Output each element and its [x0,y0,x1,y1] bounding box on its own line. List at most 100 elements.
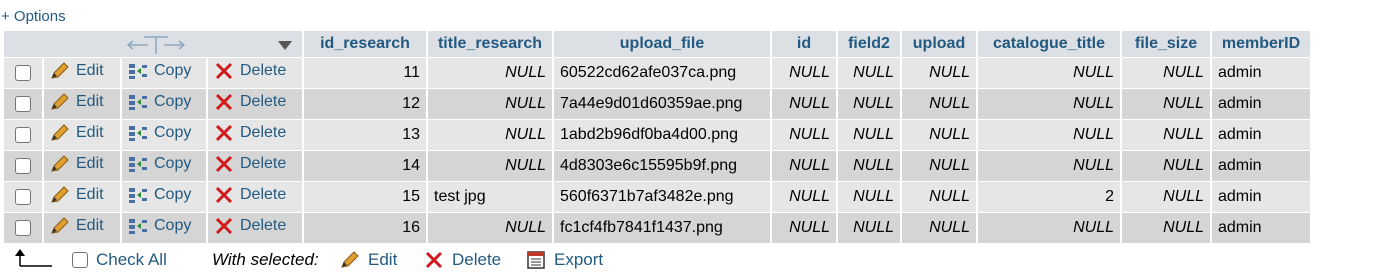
edit-button[interactable]: Edit [50,155,104,173]
copy-cell[interactable]: Copy [122,119,206,150]
cell-upload-file[interactable]: fc1cf4fb7841f1437.png [554,212,770,243]
copy-label[interactable]: Copy [154,186,191,204]
cell-file-size[interactable]: NULL [1122,119,1210,150]
cell-id-research[interactable]: 11 [304,57,426,88]
row-select-cell[interactable] [4,212,42,243]
cell-id-research[interactable]: 15 [304,181,426,212]
delete-cell[interactable]: Delete [208,119,302,150]
delete-label[interactable]: Delete [240,62,286,80]
delete-label[interactable]: Delete [240,186,286,204]
copy-label[interactable]: Copy [154,62,191,80]
copy-button[interactable]: Copy [128,186,191,204]
cell-memberid[interactable]: admin [1212,212,1310,243]
copy-label[interactable]: Copy [154,124,191,142]
cell-file-size[interactable]: NULL [1122,181,1210,212]
copy-button[interactable]: Copy [128,217,191,235]
table-row[interactable]: Edit Copy Delete 14 NULL 4d8303e6c15595b9f.pn… [4,150,1310,181]
copy-cell[interactable]: Copy [122,181,206,212]
edit-cell[interactable]: Edit [44,88,120,119]
edit-cell[interactable]: Edit [44,181,120,212]
cell-title-research[interactable]: NULL [428,57,552,88]
cell-upload[interactable]: NULL [902,119,976,150]
cell-file-size[interactable]: NULL [1122,57,1210,88]
delete-button[interactable]: Delete [214,186,286,204]
cell-title-research[interactable]: NULL [428,88,552,119]
cell-field2[interactable]: NULL [838,119,900,150]
cell-id-research[interactable]: 14 [304,150,426,181]
check-all-label[interactable]: Check All [96,250,167,270]
edit-cell[interactable]: Edit [44,57,120,88]
col-header-id[interactable]: id [772,30,836,57]
cell-catalogue-title[interactable]: 2 [978,181,1120,212]
delete-cell[interactable]: Delete [208,88,302,119]
cell-file-size[interactable]: NULL [1122,88,1210,119]
cell-catalogue-title[interactable]: NULL [978,57,1120,88]
edit-label[interactable]: Edit [76,217,104,235]
copy-cell[interactable]: Copy [122,88,206,119]
row-checkbox[interactable] [15,64,31,81]
row-checkbox[interactable] [15,157,31,174]
cell-id[interactable]: NULL [772,88,836,119]
copy-button[interactable]: Copy [128,93,191,111]
copy-label[interactable]: Copy [154,93,191,111]
cell-field2[interactable]: NULL [838,57,900,88]
cell-field2[interactable]: NULL [838,181,900,212]
check-all-control[interactable]: Check All [72,250,167,270]
cell-title-research[interactable]: NULL [428,212,552,243]
cell-upload-file[interactable]: 1abd2b96df0ba4d00.png [554,119,770,150]
delete-label[interactable]: Delete [240,124,286,142]
col-header-catalogue-title[interactable]: catalogue_title [978,30,1120,57]
dropdown-arrow-icon[interactable] [278,38,292,56]
cell-memberid[interactable]: admin [1212,57,1310,88]
table-row[interactable]: Edit Copy Delete 12 NULL 7a44e9d01d60359ae.pn… [4,88,1310,119]
edit-label[interactable]: Edit [76,186,104,204]
cell-memberid[interactable]: admin [1212,119,1310,150]
edit-cell[interactable]: Edit [44,150,120,181]
cell-memberid[interactable]: admin [1212,88,1310,119]
cell-memberid[interactable]: admin [1212,150,1310,181]
col-header-title-research[interactable]: title_research [428,30,552,57]
cell-catalogue-title[interactable]: NULL [978,150,1120,181]
row-checkbox[interactable] [15,126,31,143]
row-checkbox[interactable] [15,95,31,112]
cell-catalogue-title[interactable]: NULL [978,212,1120,243]
cell-id[interactable]: NULL [772,181,836,212]
table-row[interactable]: Edit Copy Delete 16 NULL fc1cf4fb7841f1437.pn… [4,212,1310,243]
row-checkbox[interactable] [15,188,31,205]
edit-cell[interactable]: Edit [44,212,120,243]
cell-upload[interactable]: NULL [902,212,976,243]
cell-memberid[interactable]: admin [1212,181,1310,212]
options-link[interactable]: + Options [1,8,66,25]
delete-label[interactable]: Delete [240,217,286,235]
cell-upload[interactable]: NULL [902,57,976,88]
col-header-upload[interactable]: upload [902,30,976,57]
col-header-id-research[interactable]: id_research [304,30,426,57]
edit-label[interactable]: Edit [76,124,104,142]
copy-button[interactable]: Copy [128,124,191,142]
cell-catalogue-title[interactable]: NULL [978,119,1120,150]
table-row[interactable]: Edit Copy Delete 13 NULL 1abd2b96df0ba4d00.pn… [4,119,1310,150]
copy-button[interactable]: Copy [128,155,191,173]
table-row[interactable]: Edit Copy Delete 15 test jpg 560f6371b7af3482… [4,181,1310,212]
delete-button[interactable]: Delete [214,124,286,142]
cell-title-research[interactable]: NULL [428,150,552,181]
delete-cell[interactable]: Delete [208,57,302,88]
row-select-cell[interactable] [4,88,42,119]
edit-button[interactable]: Edit [50,217,104,235]
cell-id-research[interactable]: 16 [304,212,426,243]
delete-button[interactable]: Delete [214,155,286,173]
cell-file-size[interactable]: NULL [1122,212,1210,243]
cell-id-research[interactable]: 13 [304,119,426,150]
cell-upload[interactable]: NULL [902,181,976,212]
edit-label[interactable]: Edit [76,62,104,80]
cell-field2[interactable]: NULL [838,88,900,119]
copy-cell[interactable]: Copy [122,150,206,181]
edit-label[interactable]: Edit [76,155,104,173]
cell-upload-file[interactable]: 60522cd62afe037ca.png [554,57,770,88]
cell-field2[interactable]: NULL [838,150,900,181]
edit-button[interactable]: Edit [50,62,104,80]
cell-field2[interactable]: NULL [838,212,900,243]
bulk-edit-button[interactable]: Edit [340,250,397,270]
cell-id[interactable]: NULL [772,212,836,243]
delete-button[interactable]: Delete [214,217,286,235]
